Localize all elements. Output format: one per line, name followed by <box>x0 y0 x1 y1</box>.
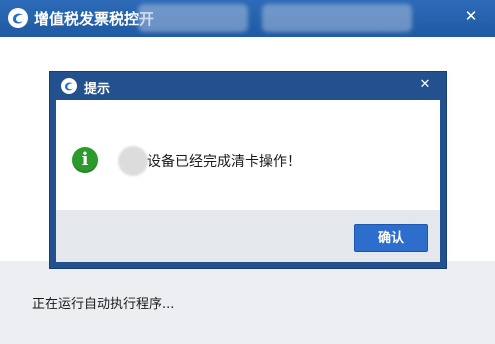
info-dialog: 提示 ✕ i 设备已经完成清卡操作！ 确认 <box>50 72 446 268</box>
redacted-device-name <box>118 146 148 176</box>
info-icon: i <box>72 147 98 173</box>
tax-control-logo-icon <box>61 78 77 94</box>
confirm-button[interactable]: 确认 <box>354 224 428 252</box>
main-title-bar[interactable]: 增值税发票税控开 ✕ <box>0 0 495 37</box>
redacted-title-area <box>138 4 248 32</box>
tax-control-logo-icon <box>8 8 28 28</box>
status-text: 正在运行自动执行程序... <box>32 297 175 312</box>
dialog-message: 设备已经完成清卡操作！ <box>147 154 301 170</box>
main-window-title: 增值税发票税控开 <box>34 10 155 28</box>
dialog-close-icon[interactable]: ✕ <box>416 76 434 94</box>
main-close-icon[interactable]: ✕ <box>461 6 481 26</box>
dialog-title-bar[interactable]: 提示 ✕ <box>50 72 446 100</box>
redacted-title-area <box>262 4 412 32</box>
dialog-title: 提示 <box>84 82 111 97</box>
